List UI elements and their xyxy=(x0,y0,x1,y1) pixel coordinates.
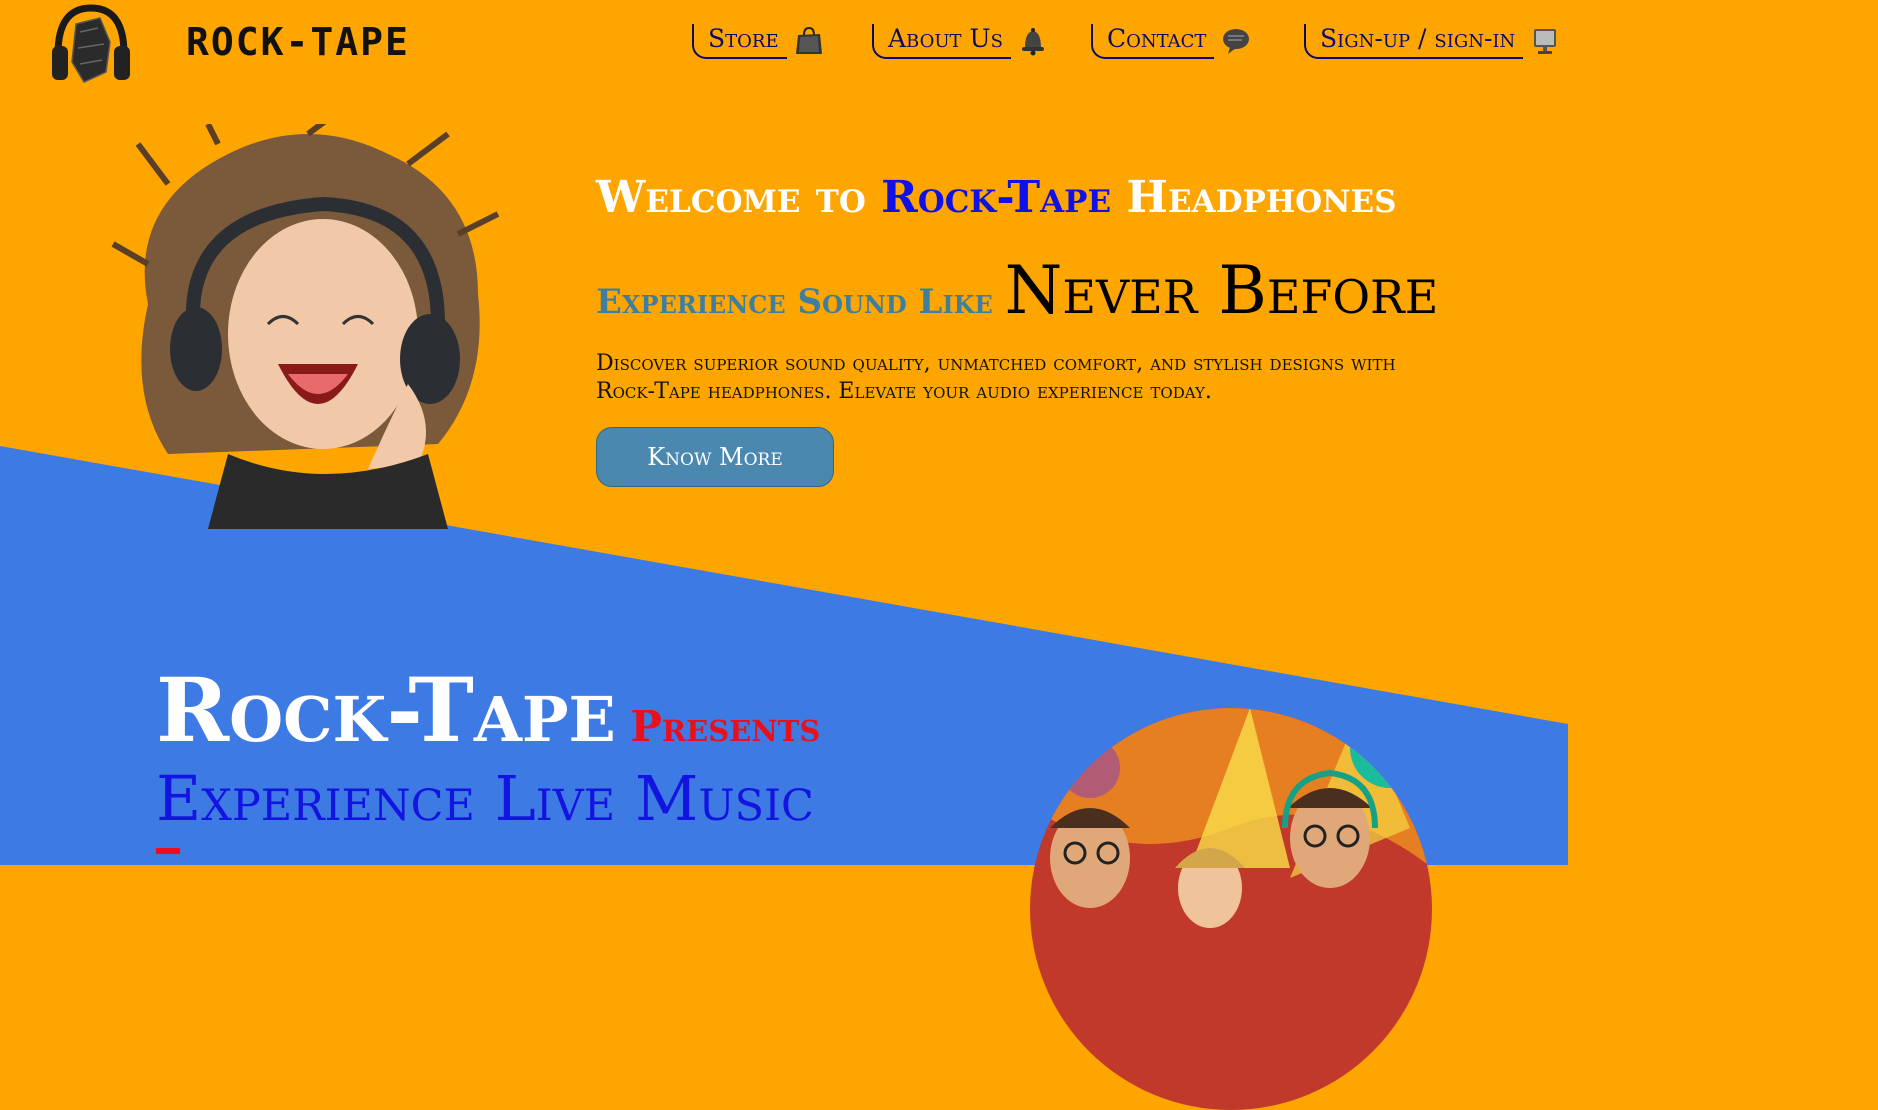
nav-contact-label[interactable]: Contact xyxy=(1091,23,1215,59)
hero-title: Welcome to Rock-Tape Headphones xyxy=(596,172,1397,223)
girl-with-headphones-image xyxy=(111,124,500,529)
know-more-button[interactable]: Know More xyxy=(596,427,834,487)
nav-contact[interactable]: Contact xyxy=(1091,22,1250,60)
nav-signin-label[interactable]: Sign-up / sign-in xyxy=(1304,23,1524,59)
concert-crowd-image xyxy=(1030,708,1432,1110)
section2-title-a: Rock-Tape xyxy=(156,658,616,762)
hero-subtitle: Experience Sound Like Never Before xyxy=(596,252,1438,329)
section2-subtitle: Experience Live Music xyxy=(156,762,814,835)
site-header: ROCK-TAPE Store About Us Contact Sign-up… xyxy=(0,0,1568,90)
nav-about-label[interactable]: About Us xyxy=(872,23,1011,59)
hero-title-highlight: Rock-Tape xyxy=(881,172,1112,223)
hero-title-post: Headphones xyxy=(1111,172,1397,223)
hero-subtitle-b: Never Before xyxy=(1004,252,1439,329)
headphones-logo-icon[interactable] xyxy=(48,2,134,86)
nav-store[interactable]: Store xyxy=(692,22,823,60)
nav-about[interactable]: About Us xyxy=(872,22,1047,60)
section2-title: Rock-Tape Presents xyxy=(156,658,820,762)
hero-title-pre: Welcome to xyxy=(596,172,882,223)
monitor-icon xyxy=(1534,29,1557,54)
hero-subtitle-a: Experience Sound Like xyxy=(596,282,1005,322)
brand-name[interactable]: ROCK-TAPE xyxy=(186,20,410,64)
nav-store-label[interactable]: Store xyxy=(692,23,787,59)
section2-title-b: Presents xyxy=(615,702,821,751)
hero-description: Discover superior sound quality, unmatch… xyxy=(596,351,1396,404)
shopping-bag-icon xyxy=(795,26,822,54)
speech-bubble-icon xyxy=(1223,29,1250,54)
nav-signin[interactable]: Sign-up / sign-in xyxy=(1304,22,1559,60)
bell-icon xyxy=(1021,28,1044,56)
next-heading-fragment xyxy=(156,848,180,854)
